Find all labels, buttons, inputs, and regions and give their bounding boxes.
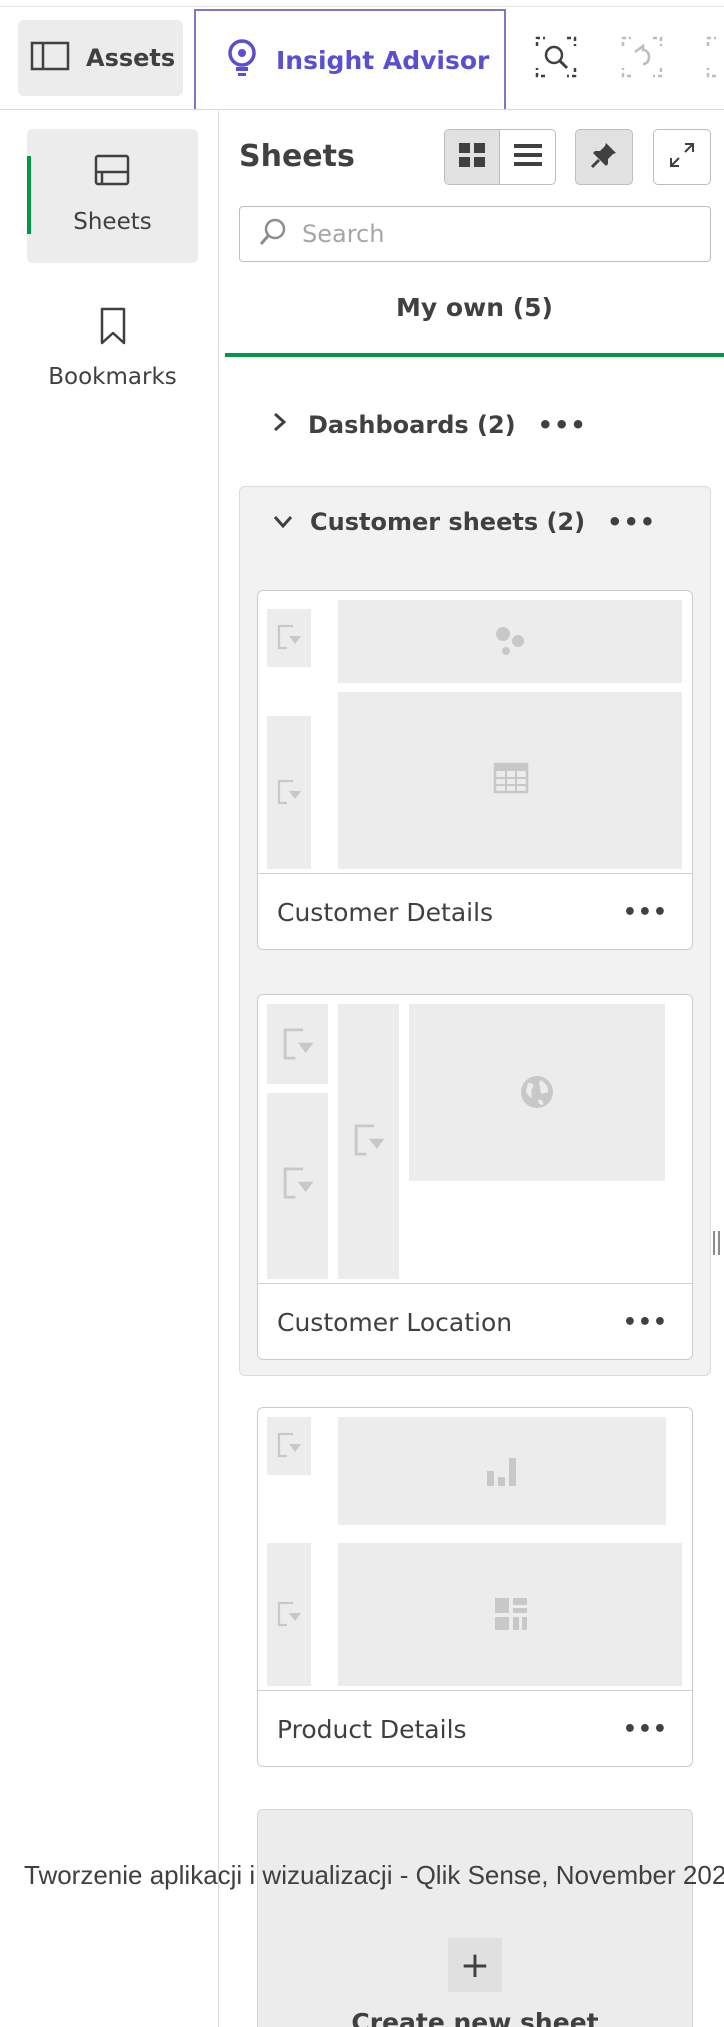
filter-pane-icon <box>276 778 302 810</box>
panel-toggle-icon <box>30 40 70 76</box>
insight-advisor-button[interactable]: Insight Advisor <box>194 9 506 109</box>
smart-search-icon[interactable] <box>535 36 577 82</box>
chevron-down-icon <box>272 508 294 536</box>
filter-pane-placeholder <box>267 716 311 869</box>
filter-pane-placeholder <box>267 1543 311 1686</box>
globe-icon <box>519 1074 555 1114</box>
expand-icon <box>668 141 696 173</box>
sheet-icon <box>92 153 132 193</box>
search-icon <box>258 217 288 251</box>
sheet-card-customer-location[interactable]: Customer Location ••• <box>257 994 693 1360</box>
section-customer-sheets-more-button[interactable]: ••• <box>607 508 656 536</box>
expand-button[interactable] <box>653 129 711 185</box>
kpi-grid-placeholder <box>338 1543 682 1686</box>
resize-handle-icon[interactable] <box>712 1228 722 1262</box>
filter-pane-icon <box>276 623 302 655</box>
step-forward-icon[interactable] <box>706 36 724 82</box>
chart-placeholder <box>338 1417 666 1525</box>
view-mode-toggle <box>444 129 556 185</box>
sheet-more-button[interactable]: ••• <box>623 1310 668 1335</box>
sheet-card-footer: Customer Location ••• <box>258 1283 692 1359</box>
panel-title: Sheets <box>239 139 355 174</box>
nav-item-bookmarks-label: Bookmarks <box>48 364 177 390</box>
search-box <box>239 206 711 262</box>
section-dashboards[interactable]: Dashboards (2) ••• <box>272 411 587 439</box>
filter-pane-placeholder <box>267 1004 328 1084</box>
assets-button[interactable]: Assets <box>18 20 183 96</box>
nav-item-sheets[interactable]: Sheets <box>27 129 198 263</box>
step-back-icon[interactable] <box>621 36 663 82</box>
sheet-card-customer-details[interactable]: Customer Details ••• <box>257 590 693 950</box>
table-placeholder <box>338 692 682 869</box>
pin-icon <box>589 140 619 174</box>
sheet-thumbnail <box>258 995 692 1283</box>
grid-view-button[interactable] <box>445 130 501 184</box>
pin-button[interactable] <box>575 129 633 185</box>
sheet-thumbnail <box>258 1408 692 1690</box>
nav-item-bookmarks[interactable]: Bookmarks <box>27 286 198 420</box>
bookmark-icon <box>99 306 127 350</box>
top-toolbar: Assets Insight Advisor <box>0 0 724 110</box>
chevron-right-icon <box>272 411 288 439</box>
scatter-chart-icon <box>493 624 529 664</box>
sheet-card-footer: Product Details ••• <box>258 1690 692 1766</box>
grid-icon <box>458 141 486 173</box>
insight-advisor-label: Insight Advisor <box>276 45 490 75</box>
tab-my-own[interactable]: My own (5) <box>225 279 724 337</box>
create-new-sheet-card[interactable]: + Create new sheet <box>257 1809 693 2027</box>
filter-pane-icon <box>281 1026 315 1066</box>
document-caption: Tworzenie aplikacji i wizualizacji - Qli… <box>24 1860 724 1890</box>
map-placeholder <box>409 1004 665 1181</box>
list-icon <box>513 142 543 172</box>
filter-pane-placeholder <box>267 1417 311 1475</box>
lightbulb-icon <box>224 38 260 82</box>
section-dashboards-more-button[interactable]: ••• <box>538 411 587 439</box>
app-root: Assets Insight Advisor Sheets Bookmarks … <box>0 0 724 2027</box>
section-customer-sheets-label: Customer sheets (2) <box>310 508 586 536</box>
sheet-name: Product Details <box>277 1715 467 1744</box>
sheet-more-button[interactable]: ••• <box>623 900 668 925</box>
chart-placeholder <box>338 600 682 683</box>
sheet-thumbnail <box>258 591 692 873</box>
left-navigation: Sheets Bookmarks <box>0 111 219 2027</box>
sheet-name: Customer Location <box>277 1308 513 1337</box>
filter-pane-icon <box>276 1431 302 1463</box>
assets-label: Assets <box>86 44 176 72</box>
list-view-button[interactable] <box>500 130 555 184</box>
sheet-more-button[interactable]: ••• <box>623 1717 668 1742</box>
tab-active-underline <box>225 353 724 357</box>
create-new-sheet-label: Create new sheet <box>351 2008 599 2027</box>
treemap-icon <box>493 1596 529 1636</box>
filter-pane-icon <box>281 1165 315 1205</box>
sheet-card-product-details[interactable]: Product Details ••• <box>257 1407 693 1767</box>
sheet-name: Customer Details <box>277 898 494 927</box>
search-input[interactable] <box>302 220 682 248</box>
table-icon <box>493 761 529 799</box>
plus-icon: + <box>448 1938 502 1992</box>
sheets-panel: Sheets Search My own (5) Dashboards (2) … <box>220 111 724 2027</box>
toolbar-top-divider <box>0 6 724 7</box>
filter-pane-placeholder <box>267 1093 328 1279</box>
section-dashboards-label: Dashboards (2) <box>308 411 516 439</box>
filter-pane-placeholder <box>267 609 311 667</box>
sheet-card-footer: Customer Details ••• <box>258 873 692 949</box>
bar-chart-icon <box>484 1453 520 1493</box>
filter-pane-icon <box>352 1122 386 1162</box>
section-customer-sheets[interactable]: Customer sheets (2) ••• <box>272 508 656 536</box>
nav-item-sheets-label: Sheets <box>73 209 152 235</box>
filter-pane-placeholder <box>338 1004 399 1279</box>
filter-pane-icon <box>276 1600 302 1632</box>
